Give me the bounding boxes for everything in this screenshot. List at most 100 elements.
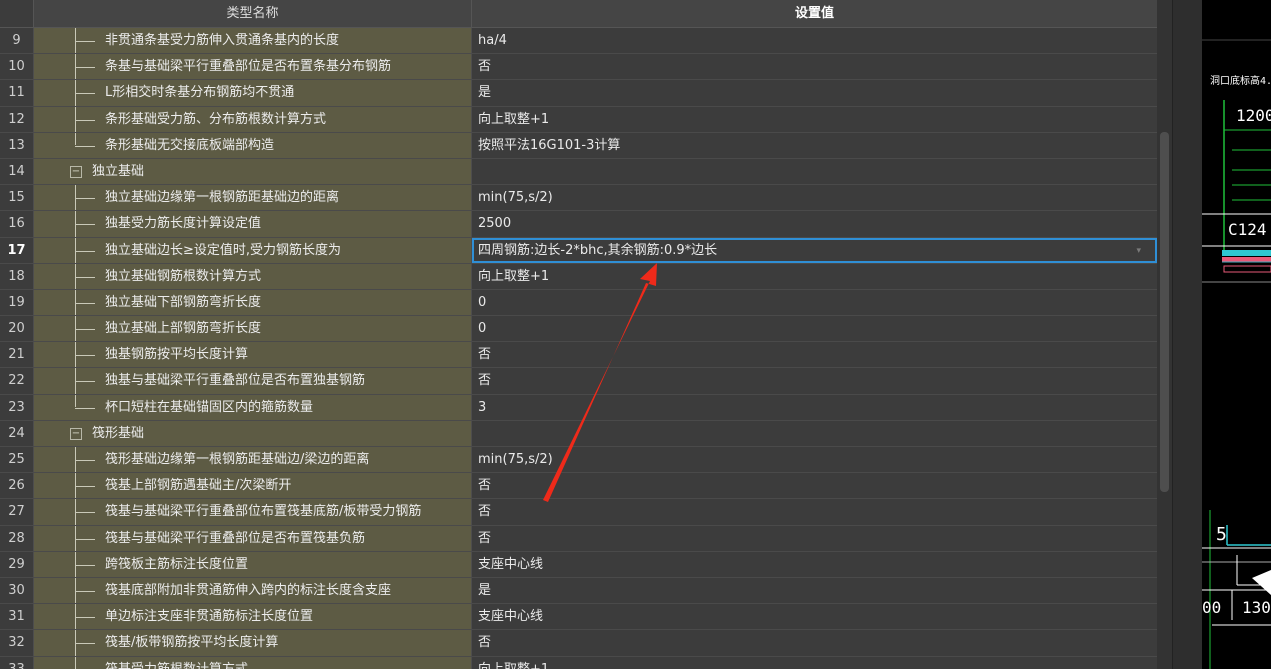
table-row[interactable]: 20 独立基础上部钢筋弯折长度 0 [0, 316, 1157, 343]
tree-branch [75, 460, 95, 461]
tree-branch [75, 329, 95, 331]
table-row[interactable]: 27 筏基与基础梁平行重叠部位布置筏基底筋/板带受力钢筋 否 [0, 499, 1157, 526]
type-name-cell[interactable]: 独立基础钢筋根数计算方式 [34, 263, 472, 289]
type-name-cell[interactable]: L形相交时条基分布钢筋均不贯通 [34, 80, 472, 106]
table-row[interactable]: 19 独立基础下部钢筋弯折长度 0 [0, 289, 1157, 317]
table-row[interactable]: 23 杯口短柱在基础锚固区内的箍筋数量 3 [0, 394, 1157, 421]
collapse-icon[interactable]: − [70, 427, 82, 440]
setting-value-cell[interactable]: min(75,s/2) [472, 447, 1157, 473]
type-name-cell[interactable]: 条形基础无交接底板端部构造 [34, 132, 472, 158]
type-name-cell[interactable]: 条基与基础梁平行重叠部位是否布置条基分布钢筋 [34, 54, 472, 80]
table-row[interactable]: 11 L形相交时条基分布钢筋均不贯通 是 [0, 80, 1157, 107]
type-name-cell[interactable]: 条形基础受力筋、分布筋根数计算方式 [34, 106, 472, 132]
setting-value-dropdown[interactable]: 四周钢筋:边长-2*bhc,其余钢筋:0.9*边长 ▾ [472, 237, 1157, 263]
type-name-cell[interactable]: 筏基与基础梁平行重叠部位布置筏基底筋/板带受力钢筋 [34, 499, 472, 525]
setting-value-cell[interactable]: 否 [472, 525, 1157, 551]
setting-value-cell[interactable]: 0 [472, 316, 1157, 342]
tree-branch [75, 302, 95, 304]
type-name-cell[interactable]: 跨筏板主筋标注长度位置 [34, 551, 472, 577]
type-name-cell[interactable]: 筏形基础边缘第一根钢筋距基础边/梁边的距离 [34, 447, 472, 473]
table-row[interactable]: 30 筏基底部附加非贯通筋伸入跨内的标注长度含支座 是 [0, 577, 1157, 605]
table-row[interactable]: 29 跨筏板主筋标注长度位置 支座中心线 [0, 551, 1157, 578]
row-number: 16 [0, 211, 34, 237]
setting-value-cell[interactable]: 向上取整+1 [472, 656, 1157, 669]
tree-branch [75, 407, 95, 409]
table-row[interactable]: 18 独立基础钢筋根数计算方式 向上取整+1 [0, 263, 1157, 290]
table-row[interactable]: 15 独立基础边缘第一根钢筋距基础边的距离 min(75,s/2) [0, 185, 1157, 212]
table-row[interactable]: 26 筏基上部钢筋遇基础主/次梁断开 否 [0, 473, 1157, 500]
setting-value-cell[interactable]: 0 [472, 289, 1157, 316]
group-header-cell[interactable]: − 独立基础 [34, 158, 472, 185]
row-number: 17 [0, 237, 34, 263]
setting-value-cell[interactable]: 支座中心线 [472, 604, 1157, 630]
type-name-label: 独立基础下部钢筋弯折长度 [105, 294, 262, 310]
type-name-cell[interactable]: 独立基础上部钢筋弯折长度 [34, 316, 472, 342]
type-name-cell[interactable]: 筏基上部钢筋遇基础主/次梁断开 [34, 473, 472, 499]
setting-value-cell[interactable]: 是 [472, 80, 1157, 106]
tree-branch [75, 590, 95, 592]
table-row[interactable]: 22 独基与基础梁平行重叠部位是否布置独基钢筋 否 [0, 368, 1157, 395]
table-row[interactable]: 10 条基与基础梁平行重叠部位是否布置条基分布钢筋 否 [0, 54, 1157, 81]
table-row[interactable]: 14− 独立基础 [0, 158, 1157, 186]
table-row[interactable]: 17 独立基础边长≥设定值时,受力钢筋长度为 四周钢筋:边长-2*bhc,其余钢筋:… [0, 237, 1157, 264]
type-name-cell[interactable]: 筏基底部附加非贯通筋伸入跨内的标注长度含支座 [34, 577, 472, 604]
table-row[interactable]: 33 筏基受力筋根数计算方式 向上取整+1 [0, 656, 1157, 669]
setting-value-cell[interactable]: 向上取整+1 [472, 106, 1157, 132]
setting-value-cell[interactable]: min(75,s/2) [472, 185, 1157, 211]
type-name-cell[interactable]: 筏基与基础梁平行重叠部位是否布置筏基负筋 [34, 525, 472, 551]
cad-text-elevation: 洞口底标高4.6 [1210, 76, 1271, 87]
collapse-icon[interactable]: − [70, 165, 82, 178]
type-name-cell[interactable]: 独立基础边长≥设定值时,受力钢筋长度为 [34, 237, 472, 263]
panel-divider[interactable] [1172, 0, 1202, 669]
type-name-cell[interactable]: 非贯通条基受力筋伸入贯通条基内的长度 [34, 28, 472, 54]
table-row[interactable]: 9 非贯通条基受力筋伸入贯通条基内的长度 ha/4 [0, 28, 1157, 55]
setting-value-cell[interactable]: ha/4 [472, 28, 1157, 54]
type-name-cell[interactable]: 单边标注支座非贯通筋标注长度位置 [34, 604, 472, 630]
scrollbar-thumb[interactable] [1160, 132, 1169, 492]
row-number: 32 [0, 630, 34, 656]
setting-value-cell[interactable] [472, 420, 1157, 446]
type-name-cell[interactable]: 杯口短柱在基础锚固区内的箍筋数量 [34, 394, 472, 420]
table-row[interactable]: 12 条形基础受力筋、分布筋根数计算方式 向上取整+1 [0, 106, 1157, 133]
setting-value-cell[interactable]: 否 [472, 499, 1157, 525]
setting-value-cell[interactable]: 否 [472, 342, 1157, 368]
type-name-cell[interactable]: 筏基受力筋根数计算方式 [34, 656, 472, 669]
type-name-label: 独立基础边长≥设定值时,受力钢筋长度为 [105, 242, 342, 258]
table-row[interactable]: 32 筏基/板带钢筋按平均长度计算 否 [0, 630, 1157, 657]
type-name-cell[interactable]: 独基受力筋长度计算设定值 [34, 211, 472, 237]
setting-value-label: 否 [478, 530, 492, 546]
type-name-cell[interactable]: 独立基础下部钢筋弯折长度 [34, 289, 472, 316]
dropdown-arrow-icon[interactable]: ▾ [1136, 240, 1141, 262]
setting-value-label: 否 [478, 59, 492, 75]
setting-value-label: ha/4 [478, 33, 507, 48]
setting-value-cell[interactable]: 否 [472, 54, 1157, 80]
setting-value-cell[interactable]: 支座中心线 [472, 551, 1157, 577]
cad-drawing-view[interactable]: 洞口底标高4.6 1200 C124 5 00 130 [1202, 0, 1271, 669]
table-row[interactable]: 21 独基钢筋按平均长度计算 否 [0, 342, 1157, 369]
setting-value-cell[interactable]: 否 [472, 630, 1157, 656]
table-row[interactable]: 16 独基受力筋长度计算设定值 2500 [0, 211, 1157, 238]
type-name-cell[interactable]: 独基与基础梁平行重叠部位是否布置独基钢筋 [34, 368, 472, 394]
header-setting-value[interactable]: 设置值 [472, 0, 1157, 27]
table-row[interactable]: 25 筏形基础边缘第一根钢筋距基础边/梁边的距离 min(75,s/2) [0, 447, 1157, 474]
table-row[interactable]: 28 筏基与基础梁平行重叠部位是否布置筏基负筋 否 [0, 525, 1157, 552]
row-number: 10 [0, 54, 34, 80]
setting-value-cell[interactable]: 向上取整+1 [472, 263, 1157, 289]
group-header-cell[interactable]: − 筏形基础 [34, 420, 472, 446]
header-corner [0, 0, 34, 27]
setting-value-cell[interactable]: 3 [472, 394, 1157, 420]
table-row[interactable]: 31 单边标注支座非贯通筋标注长度位置 支座中心线 [0, 604, 1157, 631]
type-name-cell[interactable]: 独基钢筋按平均长度计算 [34, 342, 472, 368]
table-row[interactable]: 24− 筏形基础 [0, 420, 1157, 447]
type-name-cell[interactable]: 独立基础边缘第一根钢筋距基础边的距离 [34, 185, 472, 211]
setting-value-cell[interactable]: 否 [472, 368, 1157, 394]
tree-line [75, 394, 76, 407]
setting-value-cell[interactable]: 按照平法16G101-3计算 [472, 132, 1157, 158]
setting-value-cell[interactable]: 是 [472, 577, 1157, 604]
setting-value-cell[interactable]: 2500 [472, 211, 1157, 237]
header-type-name[interactable]: 类型名称 [34, 0, 472, 27]
setting-value-cell[interactable] [472, 158, 1157, 185]
setting-value-cell[interactable]: 否 [472, 473, 1157, 499]
table-row[interactable]: 13 条形基础无交接底板端部构造 按照平法16G101-3计算 [0, 132, 1157, 159]
type-name-cell[interactable]: 筏基/板带钢筋按平均长度计算 [34, 630, 472, 656]
